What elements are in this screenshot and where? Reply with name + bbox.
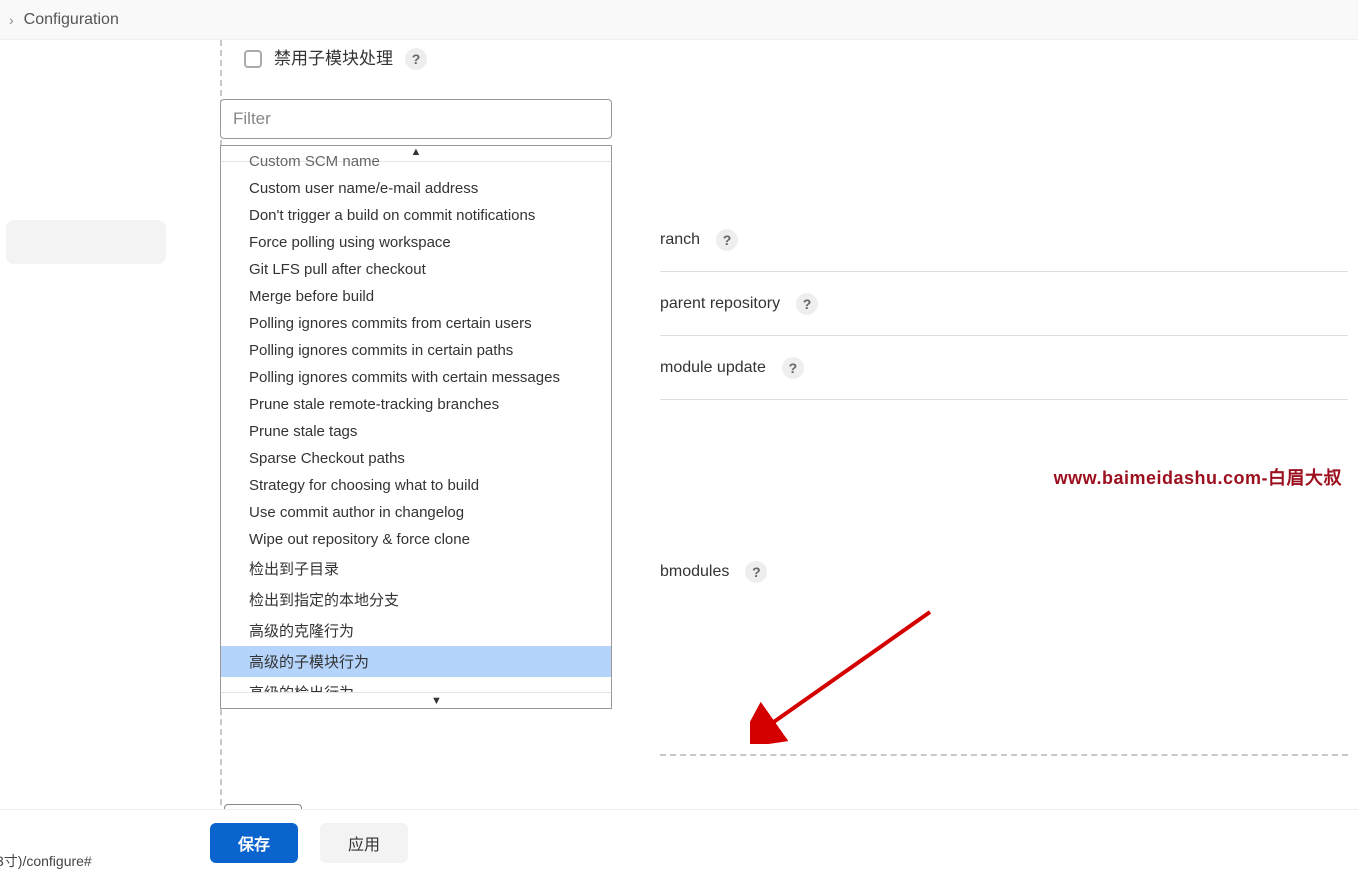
dropdown-item[interactable]: Custom user name/e-mail address bbox=[221, 175, 611, 202]
dropdown-item[interactable]: 检出到指定的本地分支 bbox=[221, 584, 611, 615]
watermark-text: www.baimeidashu.com-白眉大叔 bbox=[1054, 464, 1342, 490]
behaviour-dropdown[interactable]: ▲ Custom SCM nameCustom user name/e-mail… bbox=[220, 145, 612, 709]
sidebar-item-active[interactable] bbox=[6, 220, 166, 264]
help-icon[interactable]: ? bbox=[796, 293, 818, 315]
dropdown-item[interactable]: 高级的子模块行为 bbox=[221, 646, 611, 677]
dropdown-item[interactable]: Polling ignores commits with certain mes… bbox=[221, 364, 611, 391]
background-options: ranch ? parent repository ? module updat… bbox=[660, 226, 1348, 756]
dropdown-item[interactable]: 检出到子目录 bbox=[221, 553, 611, 584]
help-icon[interactable]: ? bbox=[745, 561, 767, 583]
dropdown-item[interactable]: 高级的克隆行为 bbox=[221, 615, 611, 646]
breadcrumb: ) › Configuration bbox=[0, 0, 1358, 40]
dropdown-item[interactable]: Strategy for choosing what to build bbox=[221, 472, 611, 499]
bg-row: ranch ? bbox=[660, 226, 1348, 272]
status-url: 3寸)/configure# bbox=[0, 851, 92, 871]
checkbox-label: 禁用子模块处理 bbox=[274, 44, 393, 69]
checkbox-icon[interactable] bbox=[244, 50, 262, 68]
dropdown-item[interactable]: Prune stale tags bbox=[221, 418, 611, 445]
help-icon[interactable]: ? bbox=[782, 357, 804, 379]
checkbox-row-disable-submodule: 禁用子模块处理 ? bbox=[244, 46, 1358, 71]
bg-row: bmodules ? bbox=[660, 558, 1348, 604]
apply-button[interactable]: 应用 bbox=[320, 823, 408, 863]
section-divider bbox=[660, 754, 1348, 756]
dropdown-item[interactable]: Merge before build bbox=[221, 283, 611, 310]
save-button[interactable]: 保存 bbox=[210, 823, 298, 863]
filter-input[interactable] bbox=[220, 99, 612, 139]
action-bar: 保存 应用 bbox=[0, 809, 1358, 875]
dropdown-item[interactable]: Use commit author in changelog bbox=[221, 499, 611, 526]
dropdown-item[interactable]: Prune stale remote-tracking branches bbox=[221, 391, 611, 418]
sidebar bbox=[0, 40, 170, 875]
breadcrumb-item[interactable]: Configuration bbox=[24, 11, 119, 29]
help-icon[interactable]: ? bbox=[405, 48, 427, 70]
help-icon[interactable]: ? bbox=[716, 229, 738, 251]
dropdown-item[interactable]: Polling ignores commits from certain use… bbox=[221, 310, 611, 337]
dropdown-item[interactable]: Polling ignores commits in certain paths bbox=[221, 337, 611, 364]
bg-row: module update ? bbox=[660, 354, 1348, 400]
bg-row: parent repository ? bbox=[660, 290, 1348, 336]
chevron-right-icon: › bbox=[9, 12, 14, 28]
dropdown-item[interactable]: Don't trigger a build on commit notifica… bbox=[221, 202, 611, 229]
dropdown-item[interactable]: Git LFS pull after checkout bbox=[221, 256, 611, 283]
dropdown-item[interactable]: Sparse Checkout paths bbox=[221, 445, 611, 472]
scroll-down-icon[interactable]: ▼ bbox=[221, 692, 611, 708]
dropdown-item[interactable]: Wipe out repository & force clone bbox=[221, 526, 611, 553]
dropdown-item[interactable]: Force polling using workspace bbox=[221, 229, 611, 256]
